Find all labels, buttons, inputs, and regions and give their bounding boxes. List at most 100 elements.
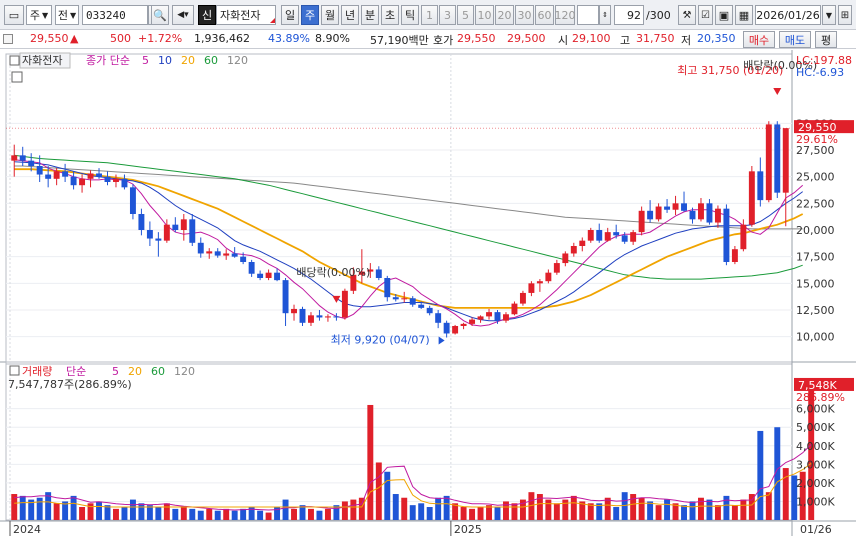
- candle-body: [613, 232, 620, 236]
- volume-bar: [223, 508, 230, 520]
- volume-bar: [155, 507, 162, 520]
- volume-bar: [570, 495, 577, 520]
- volume-legend-name: 거래량: [22, 365, 52, 378]
- candle-body: [324, 316, 331, 318]
- period-tab-minute[interactable]: 분: [361, 5, 379, 25]
- candle-body: [409, 298, 416, 305]
- stock-chart-area[interactable]: 최고 31,750 (01/20) 배당락(0.00%) 최저 9,920 (04/…: [0, 50, 856, 536]
- bid-price: 29,500: [507, 32, 546, 45]
- candle-body: [11, 155, 18, 161]
- volume-bar: [757, 430, 764, 520]
- interval-spin-icon[interactable]: ⇕: [599, 5, 611, 25]
- volume-bar: [96, 501, 102, 520]
- candle-body: [206, 251, 213, 254]
- candle-body: [197, 242, 204, 254]
- volume-bar: [350, 499, 357, 520]
- candle-body: [104, 176, 111, 182]
- period-tab-tick[interactable]: 틱: [401, 5, 419, 25]
- date-input[interactable]: 2026/01/26: [755, 5, 821, 25]
- candle-body: [180, 219, 187, 230]
- volume-bar: [341, 501, 348, 520]
- stock-code-input[interactable]: 033240: [82, 5, 148, 25]
- period-tab-second[interactable]: 초: [381, 5, 399, 25]
- check-icon[interactable]: ☑: [698, 5, 713, 25]
- market-select[interactable]: 주 ▼: [26, 5, 52, 25]
- price-tick-label: 22,500: [796, 197, 835, 210]
- interval-button[interactable]: 5: [457, 5, 474, 25]
- candle-body: [138, 214, 145, 230]
- stock-code-value: 033240: [86, 8, 126, 22]
- interval-button[interactable]: 30: [515, 5, 534, 25]
- candle-body: [621, 235, 628, 242]
- stock-name-field[interactable]: 자화전자: [216, 5, 276, 25]
- interval-button[interactable]: 60: [535, 5, 554, 25]
- candle-body: [655, 206, 662, 220]
- market-select-value: 주: [29, 9, 40, 22]
- volume-bar: [36, 497, 43, 520]
- candle-body: [545, 272, 552, 282]
- count-input[interactable]: 92: [614, 5, 644, 25]
- candle-body: [146, 230, 153, 239]
- volume-legend-label: 단순: [66, 365, 86, 378]
- candle-body: [596, 230, 603, 241]
- volume-tick-label: 5,000K: [796, 421, 835, 434]
- volume-tick-label: 4,000K: [796, 440, 835, 453]
- volume-tick-label: 6,000K: [796, 403, 835, 416]
- candle-body: [265, 272, 272, 278]
- volume-bar: [384, 471, 391, 520]
- scroll-right-icon[interactable]: ⊞: [838, 5, 852, 25]
- board-select[interactable]: 전 ▼: [55, 5, 79, 25]
- interval-custom-input[interactable]: [577, 5, 599, 25]
- candle-body: [477, 316, 484, 320]
- period-tab-year[interactable]: 년: [341, 5, 359, 25]
- interval-button[interactable]: 120: [555, 5, 576, 25]
- interval-button[interactable]: 1: [421, 5, 438, 25]
- candle-body: [282, 280, 289, 314]
- interval-label: 60: [537, 8, 552, 22]
- candle-body: [714, 208, 721, 223]
- period-tab-month[interactable]: 월: [321, 5, 339, 25]
- sell-button-label: 매도: [784, 33, 806, 47]
- candle-body: [528, 283, 535, 293]
- grid-icon[interactable]: ▦: [735, 5, 753, 25]
- volume-bar: [358, 497, 365, 520]
- period-tab-day-label: 일: [284, 9, 296, 22]
- period-tab-week[interactable]: 주: [301, 5, 319, 25]
- buy-button[interactable]: 매수: [743, 31, 775, 48]
- tools-icon[interactable]: ⚒: [678, 5, 696, 25]
- eval-button[interactable]: 평: [815, 31, 837, 48]
- volume-legend-period: 60: [151, 365, 165, 378]
- search-icon[interactable]: 🔍: [151, 5, 169, 25]
- stock-chart-svg[interactable]: 최고 31,750 (01/20)배당락(0.00%)최저 9,920 (04/…: [0, 50, 856, 536]
- sound-icon[interactable]: ◀▾: [172, 5, 194, 25]
- candle-body: [748, 171, 755, 225]
- volume-tick-label: 2,000K: [796, 477, 835, 490]
- volume-bar: [655, 505, 662, 520]
- hc-label: HC:-6.93: [796, 66, 844, 79]
- interval-label: 1: [426, 8, 433, 22]
- quote-checkbox[interactable]: [3, 34, 13, 44]
- date-tick-label: 2024: [13, 523, 41, 536]
- candle-body: [240, 256, 247, 262]
- interval-button[interactable]: 10: [475, 5, 494, 25]
- interval-button[interactable]: 20: [495, 5, 514, 25]
- save-icon[interactable]: ▣: [715, 5, 733, 25]
- sell-button[interactable]: 매도: [779, 31, 811, 48]
- layout-icon[interactable]: ▭: [4, 5, 24, 25]
- calendar-dropdown-icon[interactable]: ▼: [822, 5, 836, 25]
- candle-body: [647, 210, 654, 220]
- interval-button[interactable]: 3: [439, 5, 456, 25]
- volume-legend-period: 5: [112, 365, 119, 378]
- high-price: 31,750: [636, 32, 675, 45]
- candle-body: [231, 253, 238, 257]
- candle-body: [291, 308, 297, 314]
- volume-bar: [121, 507, 128, 520]
- candle-body: [672, 203, 679, 210]
- candle-body: [435, 313, 442, 323]
- volume-bar: [367, 404, 374, 520]
- legend-ma-period: 120: [227, 54, 248, 67]
- volume-bar: [180, 507, 187, 520]
- volume-bar: [435, 497, 442, 520]
- period-tab-day[interactable]: 일: [281, 5, 299, 25]
- candle-body: [452, 326, 459, 334]
